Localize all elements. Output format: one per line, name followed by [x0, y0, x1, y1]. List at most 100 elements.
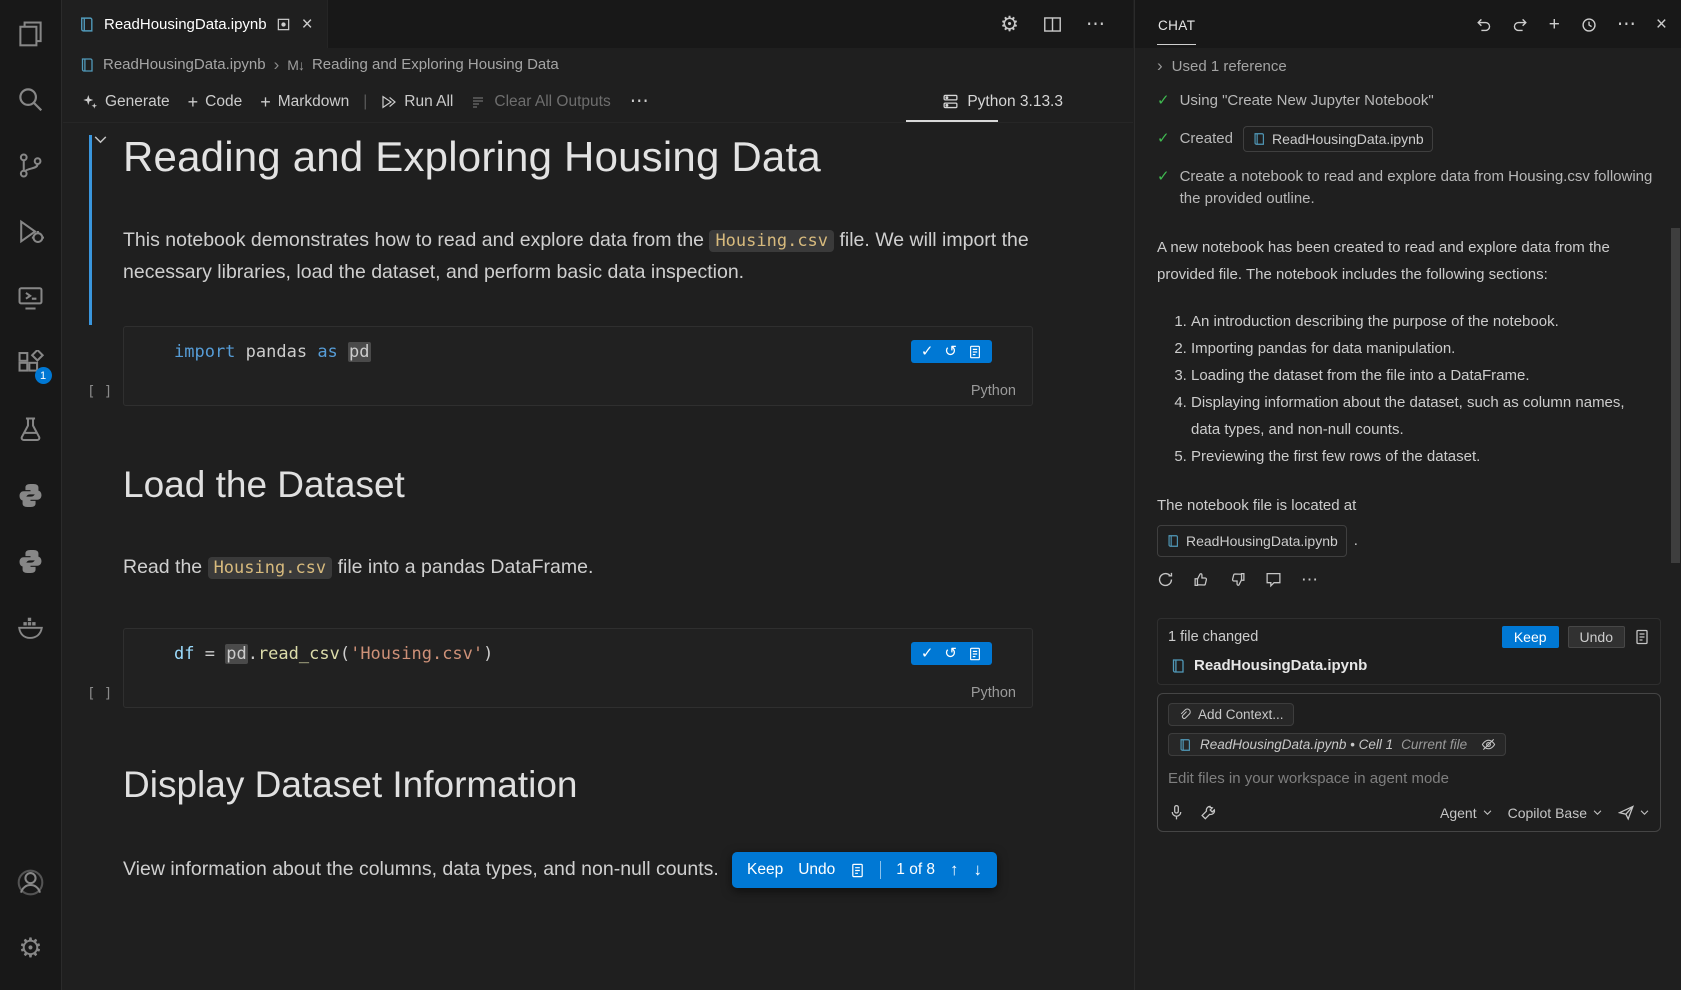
cell-diff-actions: ✓ ↺ — [911, 642, 992, 665]
token-pd: pd — [348, 342, 370, 362]
list-item: Importing pandas for data manipulation. — [1191, 335, 1637, 362]
context-pill-hint: Current file — [1401, 737, 1467, 752]
chat-header-actions: + ⋯ × — [1475, 15, 1667, 34]
report-issue-icon[interactable] — [1265, 571, 1282, 588]
search-icon[interactable] — [7, 75, 55, 123]
remote-explorer-icon[interactable] — [7, 273, 55, 321]
accept-change-icon[interactable]: ✓ — [921, 344, 934, 359]
model-picker[interactable]: Copilot Base — [1508, 805, 1603, 821]
tab-close-icon[interactable]: × — [300, 15, 315, 34]
settings-gear-icon[interactable]: ⚙ — [7, 924, 55, 972]
add-code-button[interactable]: + Code — [179, 88, 252, 116]
edit-counter: 1 of 8 — [896, 861, 935, 879]
created-file-chip[interactable]: ReadHousingData.ipynb — [1243, 126, 1433, 152]
docker-icon[interactable] — [7, 603, 55, 651]
discard-change-icon[interactable]: ↺ — [944, 344, 957, 359]
python-icon[interactable] — [7, 471, 55, 519]
run-debug-icon[interactable] — [7, 207, 55, 255]
open-diff-icon[interactable] — [968, 647, 982, 661]
thumbs-up-icon[interactable] — [1193, 571, 1210, 588]
changed-filename: ReadHousingData.ipynb — [1194, 657, 1367, 674]
undo-all-button[interactable]: Undo — [1568, 626, 1625, 648]
kernel-picker[interactable]: Python 3.13.3 — [942, 93, 1063, 111]
python-environments-icon[interactable] — [7, 537, 55, 585]
generate-button[interactable]: Generate — [73, 88, 179, 116]
source-control-icon[interactable] — [7, 141, 55, 189]
token-df: df — [174, 644, 194, 664]
check-icon: ✓ — [1157, 128, 1170, 150]
list-item: An introduction describing the purpose o… — [1191, 308, 1637, 335]
explorer-icon[interactable] — [7, 9, 55, 57]
breadcrumb-file[interactable]: ReadHousingData.ipynb — [103, 56, 266, 73]
mode-picker[interactable]: Agent — [1440, 805, 1493, 821]
markdown-heading-load: Load the Dataset — [123, 464, 1033, 506]
chat-history-icon[interactable] — [1580, 16, 1597, 33]
chat-header: CHAT + ⋯ × — [1135, 0, 1681, 48]
tab-readhousingdata[interactable]: ReadHousingData.ipynb × — [63, 0, 328, 48]
tab-modified-icon[interactable] — [276, 17, 291, 32]
toolbar-divider: | — [363, 93, 367, 111]
chevron-down-icon — [1592, 807, 1603, 818]
discard-change-icon[interactable]: ↺ — [944, 646, 957, 661]
undo-chat-icon[interactable] — [1475, 16, 1492, 33]
inline-code-housing-csv: Housing.csv — [208, 557, 333, 579]
microphone-icon[interactable] — [1168, 804, 1185, 821]
chat-body: › Used 1 reference ✓ Using "Create New J… — [1135, 48, 1681, 990]
cell-language-picker[interactable]: Python — [971, 383, 1016, 399]
token-import: import — [174, 342, 235, 362]
more-actions-icon[interactable]: ⋯ — [1086, 15, 1105, 34]
chat-input-placeholder[interactable]: Edit files in your workspace in agent mo… — [1168, 770, 1650, 787]
close-chat-icon[interactable]: × — [1656, 15, 1667, 34]
location-text: The notebook file is located at — [1157, 492, 1661, 520]
thumbs-down-icon[interactable] — [1229, 571, 1246, 588]
rerun-request-icon[interactable] — [1157, 571, 1174, 588]
current-file-context-pill[interactable]: ReadHousingData.ipynb • Cell 1 Current f… — [1168, 733, 1506, 756]
undo-edit-button[interactable]: Undo — [798, 861, 835, 879]
changed-file-row[interactable]: ReadHousingData.ipynb — [1158, 653, 1660, 684]
chat-scrollbar[interactable] — [1671, 228, 1680, 563]
code-cell-import[interactable]: [ ] import pandas as pd ✓ ↺ Python — [123, 326, 1033, 406]
used-references-toggle[interactable]: › Used 1 reference — [1157, 56, 1661, 76]
response-more-icon[interactable]: ⋯ — [1301, 571, 1318, 588]
token-string-housing: 'Housing.csv' — [350, 644, 483, 664]
file-location-note: The notebook file is located at ReadHous… — [1157, 492, 1661, 557]
run-all-label: Run All — [404, 93, 453, 111]
account-icon[interactable] — [7, 858, 55, 906]
accept-change-icon[interactable]: ✓ — [921, 646, 934, 661]
code-line[interactable]: df = pd.read_csv('Housing.csv') — [124, 629, 1032, 664]
tools-icon[interactable] — [1200, 804, 1217, 821]
chevron-down-icon — [1482, 807, 1493, 818]
eye-off-icon[interactable] — [1481, 737, 1496, 752]
keep-edit-button[interactable]: Keep — [747, 861, 783, 879]
split-editor-icon[interactable] — [1043, 15, 1062, 34]
code-cell-read-csv[interactable]: [ ] df = pd.read_csv('Housing.csv') ✓ ↺ … — [123, 628, 1033, 708]
breadcrumb-section[interactable]: Reading and Exploring Housing Data — [312, 56, 559, 73]
clear-all-outputs-button[interactable]: Clear All Outputs — [462, 88, 619, 116]
chat-tab[interactable]: CHAT — [1157, 3, 1196, 45]
previous-edit-icon[interactable]: ↑ — [950, 860, 959, 880]
view-changes-icon[interactable] — [1634, 629, 1650, 645]
manage-gear-icon[interactable]: ⚙ — [1000, 14, 1019, 35]
open-diff-icon[interactable] — [850, 863, 865, 878]
add-markdown-button[interactable]: + Markdown — [251, 88, 358, 116]
redo-chat-icon[interactable] — [1512, 16, 1529, 33]
token-paren-open: ( — [340, 644, 350, 664]
notebook-file-icon — [1252, 132, 1266, 146]
next-edit-icon[interactable]: ↓ — [974, 860, 983, 880]
token-space — [338, 342, 348, 362]
code-line[interactable]: import pandas as pd — [124, 327, 1032, 362]
cell-language-picker[interactable]: Python — [971, 685, 1016, 701]
collapse-cell-chevron-icon[interactable] — [92, 131, 109, 148]
new-chat-icon[interactable]: + — [1549, 15, 1560, 34]
run-all-button[interactable]: Run All — [372, 88, 462, 116]
extensions-icon[interactable]: 1 — [7, 339, 55, 387]
add-context-button[interactable]: Add Context... — [1168, 703, 1294, 726]
testing-icon[interactable] — [7, 405, 55, 453]
open-diff-icon[interactable] — [968, 345, 982, 359]
toolbar-more-icon[interactable]: ⋯ — [620, 87, 659, 116]
chat-more-icon[interactable]: ⋯ — [1617, 15, 1636, 34]
keep-all-button[interactable]: Keep — [1502, 626, 1559, 648]
located-file-chip[interactable]: ReadHousingData.ipynb — [1157, 525, 1347, 557]
markdown-heading-display: Display Dataset Information — [123, 764, 1033, 806]
send-button[interactable] — [1618, 804, 1650, 821]
